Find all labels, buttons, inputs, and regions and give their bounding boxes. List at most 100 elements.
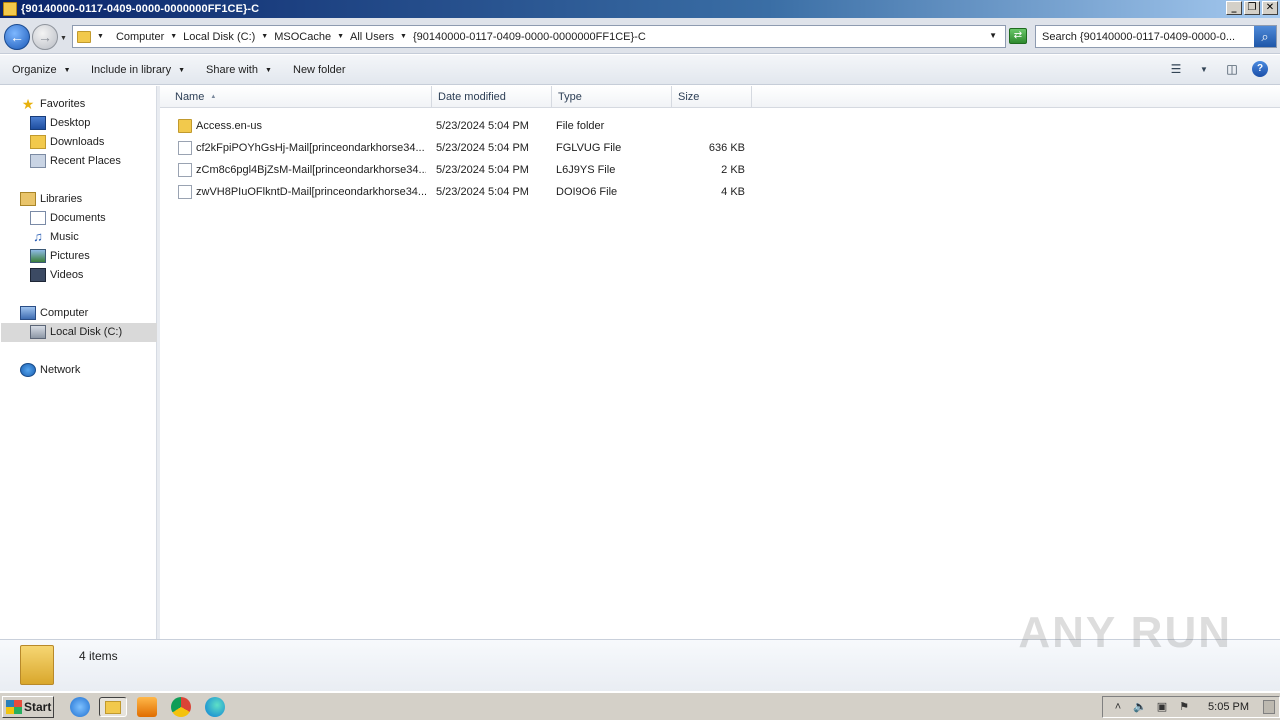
network-status-icon[interactable]: ▣ — [1155, 700, 1169, 714]
file-row-cf2k[interactable]: cf2kFpiPOYhGsHj-Mail[princeondarkhorse34… — [160, 137, 760, 159]
restore-button[interactable]: ❐ — [1244, 1, 1260, 15]
file-type: File folder — [556, 120, 605, 132]
breadcrumb-all-users[interactable]: All Users ▼ — [350, 31, 407, 43]
file-type: FGLVUG File — [556, 142, 622, 154]
chevron-down-icon: ▼ — [63, 67, 71, 74]
file-date: 5/23/2024 5:04 PM — [436, 164, 529, 176]
file-row-zcm8[interactable]: zCm8c6pgl4BjZsM-Mail[princeondarkhorse34… — [160, 159, 760, 181]
nav-recent-places[interactable]: Recent Places — [30, 152, 121, 170]
file-name: Access.en-us — [196, 120, 263, 132]
desktop-icon — [30, 116, 46, 130]
chrome-icon[interactable] — [171, 697, 191, 717]
forward-button[interactable]: → — [32, 24, 58, 50]
help-icon[interactable]: ? — [1252, 61, 1268, 77]
nav-downloads[interactable]: Downloads — [30, 133, 104, 151]
back-button[interactable]: ← — [4, 24, 30, 50]
breadcrumb-root-arrow[interactable]: ▼ — [97, 33, 110, 40]
column-size[interactable]: Size — [672, 86, 752, 108]
chevron-down-icon: ▼ — [264, 67, 272, 74]
preview-pane-icon[interactable]: ◫ — [1224, 61, 1240, 77]
file-name: zCm8c6pgl4BjZsM-Mail[princeondarkhorse34… — [196, 164, 426, 176]
refresh-button[interactable]: ⇄ — [1009, 28, 1027, 44]
folder-icon — [178, 119, 192, 133]
file-type: L6J9YS File — [556, 164, 616, 176]
file-date: 5/23/2024 5:04 PM — [436, 142, 529, 154]
action-center-flag-icon[interactable]: ⚑ — [1177, 700, 1191, 714]
file-icon — [178, 141, 192, 155]
include-in-library-button[interactable]: Include in library ▼ — [91, 64, 185, 76]
nav-music[interactable]: ♫ Music — [30, 228, 79, 246]
file-name: cf2kFpiPOYhGsHj-Mail[princeondarkhorse34… — [196, 142, 425, 154]
search-placeholder: Search {90140000-0117-0409-0000-0... — [1042, 30, 1236, 43]
breadcrumb-current-folder[interactable]: {90140000-0117-0409-0000-0000000FF1CE}-C — [413, 31, 646, 43]
file-name: zwVH8PIuOFlkntD-Mail[princeondarkhorse34… — [196, 186, 426, 198]
breadcrumb-computer[interactable]: Computer ▼ — [116, 31, 177, 43]
change-view-icon[interactable]: ☰ — [1168, 61, 1184, 77]
start-button[interactable]: Start — [2, 696, 54, 718]
chevron-down-icon: ▼ — [178, 67, 186, 74]
view-controls: ☰ ▼ ◫ ? — [1168, 61, 1268, 77]
libraries-icon — [20, 192, 36, 206]
clock[interactable]: 5:05 PM — [1208, 701, 1249, 713]
folder-icon — [77, 30, 91, 43]
breadcrumb-msocache[interactable]: MSOCache ▼ — [274, 31, 344, 43]
file-icon — [178, 163, 192, 177]
folder-icon — [3, 2, 17, 16]
show-hidden-icons-icon[interactable]: ˄ — [1111, 700, 1125, 714]
show-desktop-button[interactable] — [1263, 700, 1275, 714]
command-bar: Organize ▼ Include in library ▼ Share with… — [0, 55, 1280, 85]
star-icon: ★ — [21, 96, 35, 112]
window-controls: _ ❐ ✕ — [1226, 1, 1278, 15]
nav-computer[interactable]: Computer — [20, 304, 88, 322]
edge-icon[interactable] — [205, 697, 225, 717]
downloads-folder-icon — [30, 135, 46, 149]
pictures-icon — [30, 249, 46, 263]
internet-explorer-icon[interactable] — [70, 697, 90, 717]
file-date: 5/23/2024 5:04 PM — [436, 186, 529, 198]
system-tray: ˄ 🔈 ▣ ⚑ 5:05 PM — [1102, 696, 1280, 718]
local-disk-icon — [30, 325, 46, 339]
minimize-button[interactable]: _ — [1226, 1, 1242, 15]
recent-places-icon — [30, 154, 46, 168]
videos-icon — [30, 268, 46, 282]
address-bar[interactable]: ▼ Computer ▼ Local Disk (C:) ▼ MSOCache ▼ A… — [72, 25, 1006, 48]
file-size: 636 KB — [708, 142, 745, 154]
nav-network[interactable]: Network — [20, 361, 80, 379]
column-name[interactable]: Name ▲ — [169, 86, 432, 108]
view-options-dropdown-icon[interactable]: ▼ — [1196, 61, 1212, 77]
nav-local-disk[interactable]: Local Disk (C:) — [30, 323, 122, 341]
recent-pages-dropdown[interactable]: ▼ — [60, 35, 67, 42]
nav-videos[interactable]: Videos — [30, 266, 83, 284]
search-input[interactable]: Search {90140000-0117-0409-0000-0... ⌕ — [1035, 25, 1277, 48]
file-size: 2 KB — [721, 164, 745, 176]
windows-logo-icon — [6, 700, 22, 714]
new-folder-button[interactable]: New folder — [293, 64, 346, 76]
computer-icon — [20, 306, 36, 320]
network-icon — [20, 363, 36, 377]
file-row-zwvh[interactable]: zwVH8PIuOFlkntD-Mail[princeondarkhorse34… — [160, 181, 760, 203]
address-dropdown[interactable]: ▼ — [989, 31, 997, 40]
file-icon — [178, 185, 192, 199]
nav-documents[interactable]: Documents — [30, 209, 106, 227]
share-with-button[interactable]: Share with ▼ — [206, 64, 272, 76]
breadcrumb-local-disk[interactable]: Local Disk (C:) ▼ — [183, 31, 268, 43]
file-date: 5/23/2024 5:04 PM — [436, 120, 529, 132]
windows-explorer-taskbar-button[interactable] — [99, 697, 127, 717]
folder-icon — [105, 701, 121, 714]
volume-icon[interactable]: 🔈 — [1133, 700, 1147, 714]
search-icon[interactable]: ⌕ — [1254, 26, 1276, 47]
file-row-access-en-us[interactable]: Access.en-us 5/23/2024 5:04 PM File fold… — [160, 115, 760, 137]
address-row: ← → ▼ ▼ Computer ▼ Local Disk (C:) ▼ MSOCa… — [0, 18, 1280, 54]
nav-desktop[interactable]: Desktop — [30, 114, 90, 132]
column-headers: Name ▲ Date modified Type Size — [160, 86, 1280, 108]
close-button[interactable]: ✕ — [1262, 1, 1278, 15]
column-type[interactable]: Type — [552, 86, 672, 108]
documents-icon — [30, 211, 46, 225]
media-player-icon[interactable] — [137, 697, 157, 717]
nav-favorites[interactable]: ★ Favorites — [20, 95, 86, 113]
nav-libraries[interactable]: Libraries — [20, 190, 82, 208]
organize-button[interactable]: Organize ▼ — [12, 64, 71, 76]
sort-ascending-icon: ▲ — [210, 94, 217, 100]
nav-pictures[interactable]: Pictures — [30, 247, 90, 265]
column-date-modified[interactable]: Date modified — [432, 86, 552, 108]
